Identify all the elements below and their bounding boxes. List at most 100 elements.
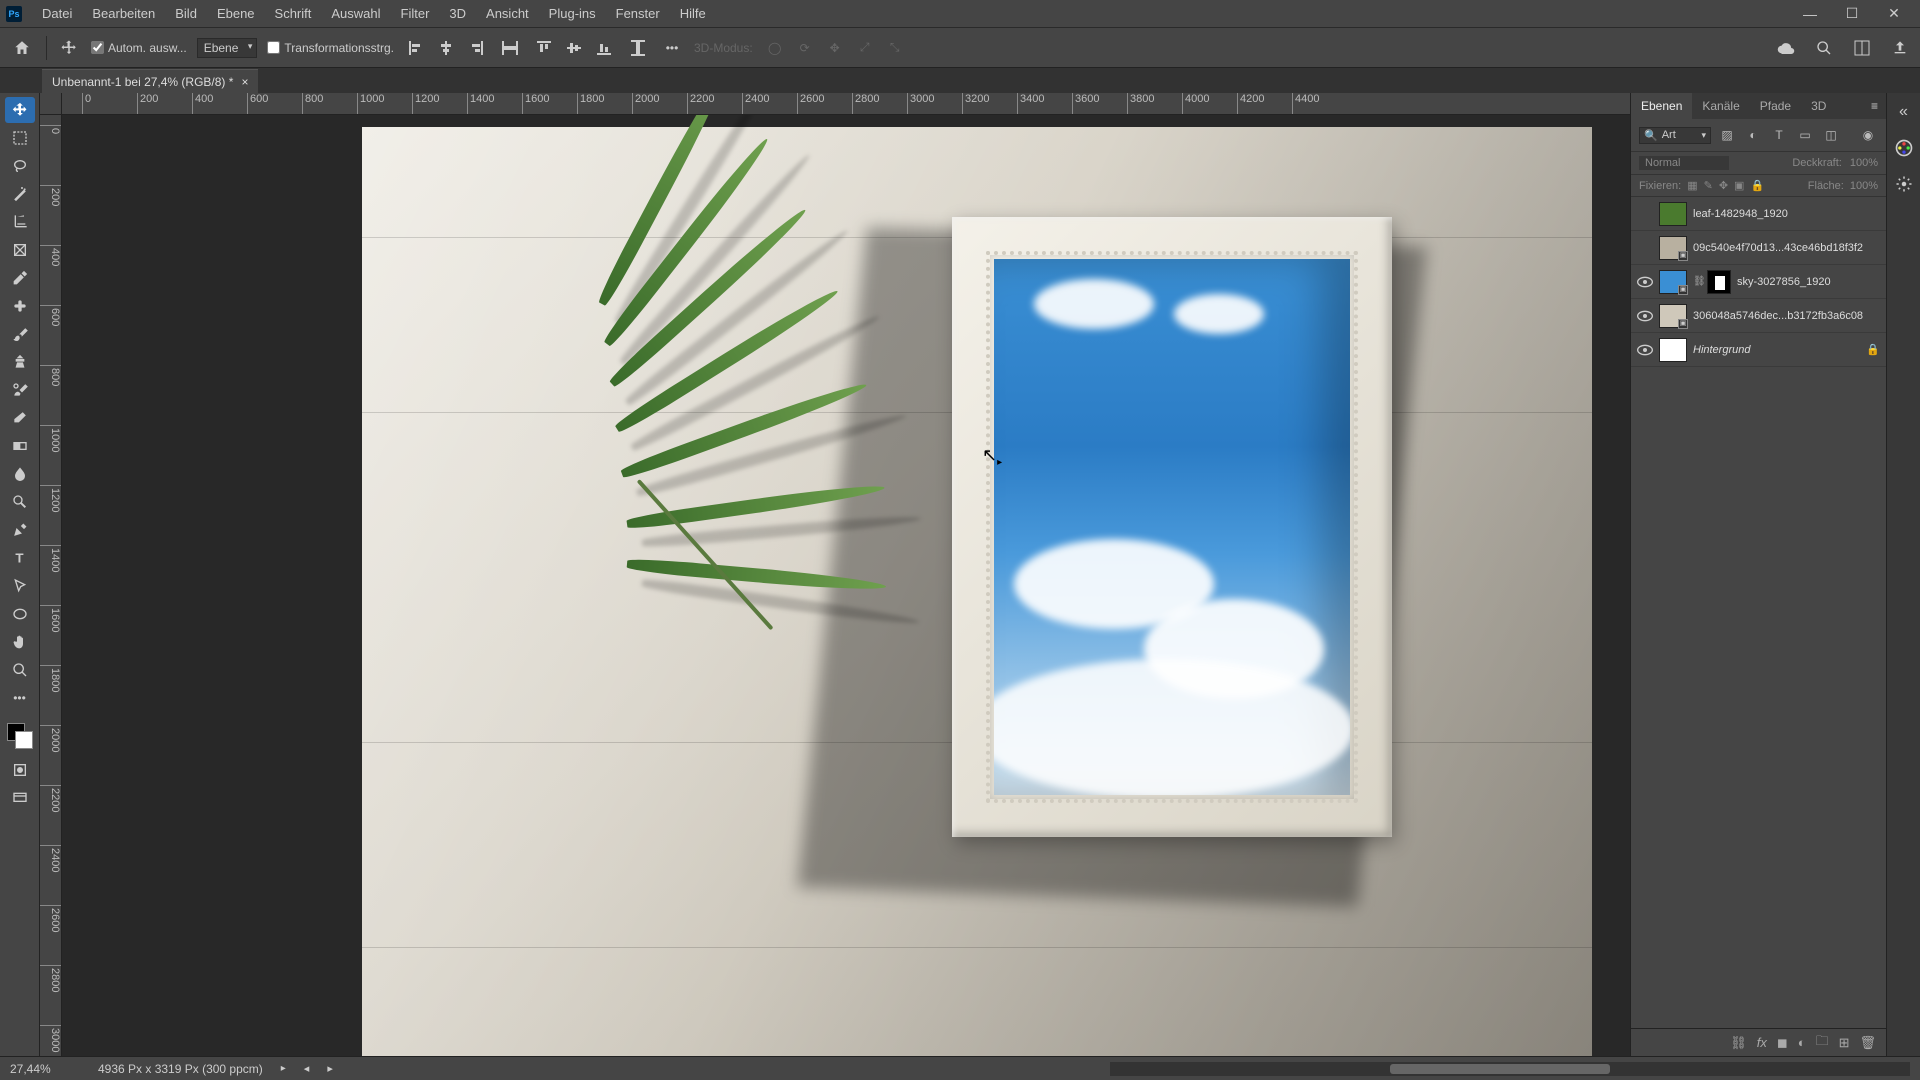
minimize-button[interactable]: — bbox=[1790, 4, 1830, 24]
dodge-tool[interactable] bbox=[5, 489, 35, 515]
eraser-tool[interactable] bbox=[5, 405, 35, 431]
more-options-icon[interactable]: ••• bbox=[660, 36, 684, 60]
layer-name[interactable]: Hintergrund bbox=[1693, 344, 1866, 356]
filter-type-icon[interactable]: T bbox=[1769, 125, 1789, 145]
filter-smart-icon[interactable]: ◫ bbox=[1821, 125, 1841, 145]
home-icon[interactable] bbox=[8, 34, 36, 62]
layer-name[interactable]: 09c540e4f70d13...43ce46bd18f3f2 bbox=[1693, 242, 1886, 254]
delete-layer-icon[interactable]: 🗑 bbox=[1859, 1035, 1876, 1051]
layer-mask-icon[interactable]: ◼ bbox=[1777, 1035, 1788, 1051]
move-tool-icon[interactable] bbox=[57, 36, 81, 60]
document-info[interactable]: 4936 Px x 3319 Px (300 ppcm) bbox=[98, 1062, 263, 1076]
new-layer-icon[interactable]: ⊞ bbox=[1839, 1035, 1850, 1051]
menu-ansicht[interactable]: Ansicht bbox=[476, 6, 539, 21]
layer-thumbnail[interactable]: ▣ bbox=[1659, 304, 1687, 328]
adjustment-layer-icon[interactable]: ◐ bbox=[1798, 1035, 1806, 1050]
menu-bild[interactable]: Bild bbox=[165, 6, 207, 21]
tab-paths[interactable]: Pfade bbox=[1750, 93, 1801, 119]
align-left-icon[interactable] bbox=[404, 36, 428, 60]
foreground-background-colors[interactable] bbox=[5, 721, 35, 755]
menu-fenster[interactable]: Fenster bbox=[606, 6, 670, 21]
doc-info-chevron-icon[interactable]: ▸ bbox=[281, 1063, 286, 1074]
layer-row[interactable]: leaf-1482948_1920 bbox=[1631, 197, 1886, 231]
filter-toggle-icon[interactable]: ◉ bbox=[1858, 125, 1878, 145]
type-tool[interactable]: T bbox=[5, 545, 35, 571]
menu-plug-ins[interactable]: Plug-ins bbox=[539, 6, 606, 21]
marquee-tool[interactable] bbox=[5, 125, 35, 151]
distribute-v-icon[interactable] bbox=[626, 36, 650, 60]
quick-mask-tool[interactable] bbox=[5, 757, 35, 783]
layer-filter-dropdown[interactable]: 🔍 Art ▾ bbox=[1639, 127, 1711, 144]
crop-tool[interactable] bbox=[5, 209, 35, 235]
layer-visibility-icon[interactable] bbox=[1631, 344, 1659, 356]
search-icon[interactable] bbox=[1812, 36, 1836, 60]
layer-lock-icon[interactable]: 🔒 bbox=[1866, 343, 1886, 356]
tab-3d[interactable]: 3D bbox=[1801, 93, 1836, 119]
canvas-viewport[interactable]: ↖▸ bbox=[62, 115, 1630, 1056]
hand-tool[interactable] bbox=[5, 629, 35, 655]
horizontal-scrollbar[interactable] bbox=[1110, 1062, 1910, 1076]
link-layers-icon[interactable]: ⛓ bbox=[1730, 1035, 1747, 1051]
ruler-vertical[interactable]: 0200400600800100012001400160018002000220… bbox=[40, 115, 62, 1056]
align-top-icon[interactable] bbox=[532, 36, 556, 60]
layer-row[interactable]: ▣ ⛓ sky-3027856_1920 bbox=[1631, 265, 1886, 299]
menu-filter[interactable]: Filter bbox=[391, 6, 440, 21]
document-tab[interactable]: Unbenannt-1 bei 27,4% (RGB/8) * × bbox=[42, 69, 258, 93]
layer-dropdown[interactable]: Ebene bbox=[197, 38, 258, 58]
close-button[interactable]: ✕ bbox=[1874, 4, 1914, 24]
brush-tool[interactable] bbox=[5, 321, 35, 347]
zoom-tool[interactable] bbox=[5, 657, 35, 683]
lock-lock-icon[interactable]: 🔒 bbox=[1750, 179, 1764, 192]
layer-name[interactable]: leaf-1482948_1920 bbox=[1693, 208, 1886, 220]
align-center-v-icon[interactable] bbox=[562, 36, 586, 60]
lock-all-icon[interactable]: ▦ bbox=[1687, 179, 1697, 192]
align-right-icon[interactable] bbox=[464, 36, 488, 60]
screen-mode-tool[interactable] bbox=[5, 785, 35, 811]
edit-toolbar-icon[interactable]: ••• bbox=[5, 685, 35, 711]
distribute-icon[interactable] bbox=[498, 36, 522, 60]
pen-tool[interactable] bbox=[5, 517, 35, 543]
lasso-tool[interactable] bbox=[5, 153, 35, 179]
panel-menu-icon[interactable]: ≡ bbox=[1863, 99, 1886, 113]
ruler-horizontal[interactable]: 0200400600800100012001400160018002000220… bbox=[62, 93, 1630, 115]
layer-mask-thumbnail[interactable] bbox=[1707, 270, 1731, 294]
nav-next-icon[interactable]: ▸ bbox=[327, 1062, 333, 1075]
align-center-h-icon[interactable] bbox=[434, 36, 458, 60]
layer-name[interactable]: 306048a5746dec...b3172fb3a6c08 bbox=[1693, 310, 1886, 322]
history-brush-tool[interactable] bbox=[5, 377, 35, 403]
clone-stamp-tool[interactable] bbox=[5, 349, 35, 375]
layer-row[interactable]: ▣ 09c540e4f70d13...43ce46bd18f3f2 bbox=[1631, 231, 1886, 265]
layer-name[interactable]: sky-3027856_1920 bbox=[1737, 276, 1886, 288]
fill-value[interactable]: 100% bbox=[1850, 180, 1878, 192]
frame-tool[interactable] bbox=[5, 237, 35, 263]
opacity-value[interactable]: 100% bbox=[1850, 157, 1878, 169]
layer-mask-link-icon[interactable]: ⛓ bbox=[1693, 276, 1707, 287]
cloud-docs-icon[interactable] bbox=[1774, 36, 1798, 60]
expand-panels-icon[interactable]: « bbox=[1893, 101, 1915, 123]
share-icon[interactable] bbox=[1888, 36, 1912, 60]
menu-bearbeiten[interactable]: Bearbeiten bbox=[82, 6, 165, 21]
path-select-tool[interactable] bbox=[5, 573, 35, 599]
align-bottom-icon[interactable] bbox=[592, 36, 616, 60]
filter-pixel-icon[interactable]: ▨ bbox=[1717, 125, 1737, 145]
layer-thumbnail[interactable]: ▣ bbox=[1659, 270, 1687, 294]
color-panel-icon[interactable] bbox=[1893, 137, 1915, 159]
filter-adjust-icon[interactable]: ◐ bbox=[1743, 125, 1763, 145]
lock-pixel-icon[interactable]: ✎ bbox=[1704, 179, 1713, 192]
nav-prev-icon[interactable]: ◂ bbox=[304, 1062, 310, 1075]
move-tool[interactable] bbox=[5, 97, 35, 123]
arrange-icon[interactable] bbox=[1850, 36, 1874, 60]
menu-ebene[interactable]: Ebene bbox=[207, 6, 265, 21]
shape-tool[interactable] bbox=[5, 601, 35, 627]
tab-layers[interactable]: Ebenen bbox=[1631, 93, 1692, 119]
layer-visibility-icon[interactable] bbox=[1631, 310, 1659, 322]
layer-row[interactable]: Hintergrund🔒 bbox=[1631, 333, 1886, 367]
close-tab-icon[interactable]: × bbox=[241, 75, 248, 89]
magic-wand-tool[interactable] bbox=[5, 181, 35, 207]
blur-tool[interactable] bbox=[5, 461, 35, 487]
maximize-button[interactable]: ☐ bbox=[1832, 4, 1872, 24]
blend-mode-dropdown[interactable]: Normal bbox=[1639, 156, 1729, 170]
layer-thumbnail[interactable]: ▣ bbox=[1659, 236, 1687, 260]
layer-row[interactable]: ▣ 306048a5746dec...b3172fb3a6c08 bbox=[1631, 299, 1886, 333]
filter-shape-icon[interactable]: ▭ bbox=[1795, 125, 1815, 145]
